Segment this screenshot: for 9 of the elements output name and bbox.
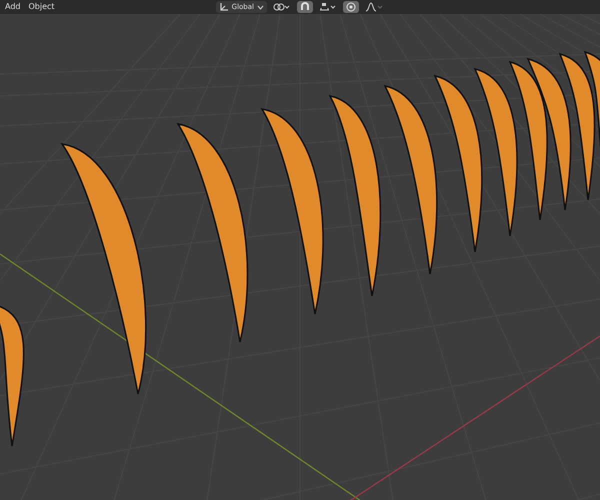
magnet-icon <box>300 2 310 12</box>
viewport[interactable] <box>0 14 600 500</box>
target-icon <box>346 2 356 12</box>
snap-toggle[interactable] <box>297 1 313 13</box>
chevron-icon <box>257 4 264 10</box>
proportional-toggle[interactable] <box>343 1 359 13</box>
menu-item[interactable]: Add <box>2 1 24 13</box>
axes-icon <box>218 2 229 12</box>
menu-item[interactable]: Object <box>26 1 58 13</box>
